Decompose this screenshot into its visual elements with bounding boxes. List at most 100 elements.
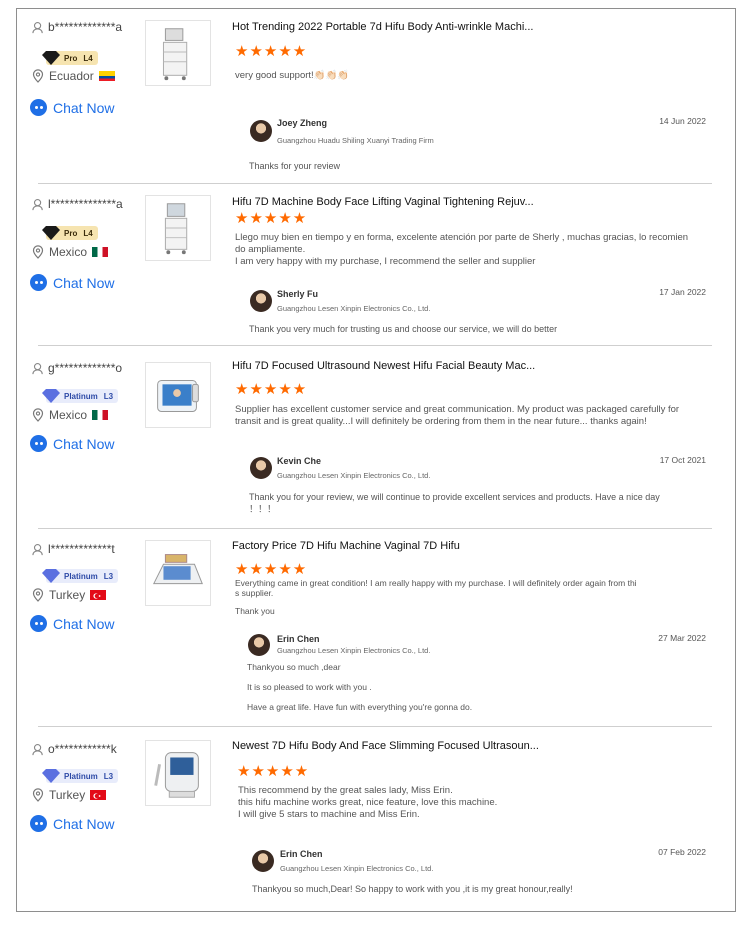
review-line: Supplier has excellent customer service … xyxy=(235,404,680,415)
chat-now-button[interactable]: Chat Now xyxy=(30,815,114,832)
seller-company: Guangzhou Lesen Xinpin Electronics Co., … xyxy=(277,646,431,655)
product-title-link[interactable]: Factory Price 7D Hifu Machine Vaginal 7D… xyxy=(232,540,460,552)
buyer-country: Turkey xyxy=(32,788,107,802)
buyer-badge: Pro L4 xyxy=(42,226,98,240)
buyer-badge: Platinum L3 xyxy=(42,769,119,783)
buyer-name: l**************a xyxy=(32,197,123,211)
flag-mexico-icon xyxy=(92,247,109,257)
buyer-name-text: l**************a xyxy=(48,197,123,211)
diamond-icon xyxy=(42,769,60,783)
seller-avatar xyxy=(250,120,272,142)
reply-line: Thankyou so much,Dear! So happy to work … xyxy=(252,884,573,894)
country-name: Turkey xyxy=(49,588,86,602)
buyer-name-text: l*************t xyxy=(48,542,115,556)
review-line: I will give 5 stars to machine and Miss … xyxy=(238,809,420,820)
chat-now-label: Chat Now xyxy=(53,435,115,452)
review-divider xyxy=(38,726,712,727)
review-text: Llego muy bien en tiempo y en forma, exc… xyxy=(235,232,695,268)
chat-now-label: Chat Now xyxy=(53,274,115,291)
user-icon xyxy=(32,543,43,555)
seller-avatar xyxy=(250,290,272,312)
chat-now-button[interactable]: Chat Now xyxy=(30,274,114,291)
badge-tier: Platinum xyxy=(64,771,98,781)
user-icon xyxy=(32,362,43,374)
badge-tier: Platinum xyxy=(64,391,98,401)
review-line: this hifu machine works great, nice feat… xyxy=(238,797,498,808)
buyer-country: Mexico xyxy=(32,245,109,259)
review-line: Llego muy bien en tiempo y en forma, exc… xyxy=(235,232,689,243)
product-thumbnail[interactable] xyxy=(145,540,211,606)
product-title-link[interactable]: Newest 7D Hifu Body And Face Slimming Fo… xyxy=(232,740,539,752)
chat-bubble-icon xyxy=(30,815,47,832)
seller-avatar xyxy=(248,634,270,656)
review-text: This recommend by the great sales lady, … xyxy=(238,785,698,821)
buyer-name-text: o************k xyxy=(48,742,117,756)
buyer-name: o************k xyxy=(32,742,117,756)
product-thumbnail[interactable] xyxy=(145,740,211,806)
seller-reply: Thanks for your review xyxy=(249,160,699,172)
reply-date: 27 Mar 2022 xyxy=(658,633,706,643)
review-line: s supplier. xyxy=(235,588,274,598)
product-thumbnail[interactable] xyxy=(145,362,211,428)
product-thumbnail[interactable] xyxy=(145,20,211,86)
country-name: Mexico xyxy=(49,245,88,259)
seller-company: Guangzhou Lesen Xinpin Electronics Co., … xyxy=(277,471,431,480)
review-line: This recommend by the great sales lady, … xyxy=(238,785,453,796)
chat-now-button[interactable]: Chat Now xyxy=(30,435,114,452)
seller-name: Erin Chen xyxy=(277,634,320,644)
review-line: very good support!👏🏻👏🏻👏🏻 xyxy=(235,70,350,81)
country-name: Turkey xyxy=(49,788,86,802)
review-text: very good support!👏🏻👏🏻👏🏻 xyxy=(235,70,695,82)
country-name: Ecuador xyxy=(49,69,94,83)
seller-company: Guangzhou Lesen Xinpin Electronics Co., … xyxy=(277,304,431,313)
chat-now-button[interactable]: Chat Now xyxy=(30,99,114,116)
review-text: Everything came in great condition! I am… xyxy=(235,578,695,616)
chat-bubble-icon xyxy=(30,274,47,291)
product-image xyxy=(154,752,199,798)
product-image xyxy=(164,203,188,255)
diamond-icon xyxy=(42,389,60,403)
buyer-badge: Platinum L3 xyxy=(42,389,119,403)
badge-level: L4 xyxy=(83,228,93,238)
reply-line: Thankyou so much ,dear xyxy=(247,662,341,672)
diamond-icon xyxy=(42,569,60,583)
review-line: Thank you xyxy=(235,606,275,616)
user-icon xyxy=(32,21,43,33)
chat-bubble-icon xyxy=(30,615,47,632)
buyer-name: l*************t xyxy=(32,542,115,556)
reply-date: 07 Feb 2022 xyxy=(658,847,706,857)
buyer-name-text: b*************a xyxy=(48,20,123,34)
product-title-link[interactable]: Hifu 7D Focused Ultrasound Newest Hifu F… xyxy=(232,360,535,372)
reply-line: Thank you very much for trusting us and … xyxy=(249,324,558,334)
chat-now-label: Chat Now xyxy=(53,99,115,116)
buyer-name: b*************a xyxy=(32,20,122,34)
location-pin-icon xyxy=(32,408,44,422)
star-rating: ★★★★★ xyxy=(235,561,308,578)
badge-level: L3 xyxy=(103,391,114,401)
chat-bubble-icon xyxy=(30,99,47,116)
product-title-link[interactable]: Hot Trending 2022 Portable 7d Hifu Body … xyxy=(232,21,533,33)
review-divider xyxy=(38,183,712,184)
flag-mexico-icon xyxy=(92,410,109,420)
chat-now-button[interactable]: Chat Now xyxy=(30,615,114,632)
review-divider xyxy=(38,345,712,346)
badge-level: L3 xyxy=(103,571,114,581)
user-icon xyxy=(32,743,43,755)
location-pin-icon xyxy=(32,588,44,602)
star-rating: ★★★★★ xyxy=(237,763,310,780)
buyer-country: Ecuador xyxy=(32,69,115,83)
flag-ecuador-icon xyxy=(98,71,115,81)
review-divider xyxy=(38,528,712,529)
user-icon xyxy=(32,198,43,210)
seller-name: Sherly Fu xyxy=(277,289,319,299)
seller-reply: Thank you very much for trusting us and … xyxy=(249,323,699,335)
product-title-link[interactable]: Hifu 7D Machine Body Face Lifting Vagina… xyxy=(232,196,534,208)
seller-reply: Thank you for your review, we will conti… xyxy=(249,491,699,515)
buyer-country: Turkey xyxy=(32,588,107,602)
reply-line: Have a great life. Have fun with everyth… xyxy=(247,702,473,712)
badge-level: L3 xyxy=(103,771,114,781)
review-line: Everything came in great condition! I am… xyxy=(235,578,637,588)
diamond-icon xyxy=(42,226,60,240)
product-thumbnail[interactable] xyxy=(145,195,211,261)
chat-now-label: Chat Now xyxy=(53,615,115,632)
